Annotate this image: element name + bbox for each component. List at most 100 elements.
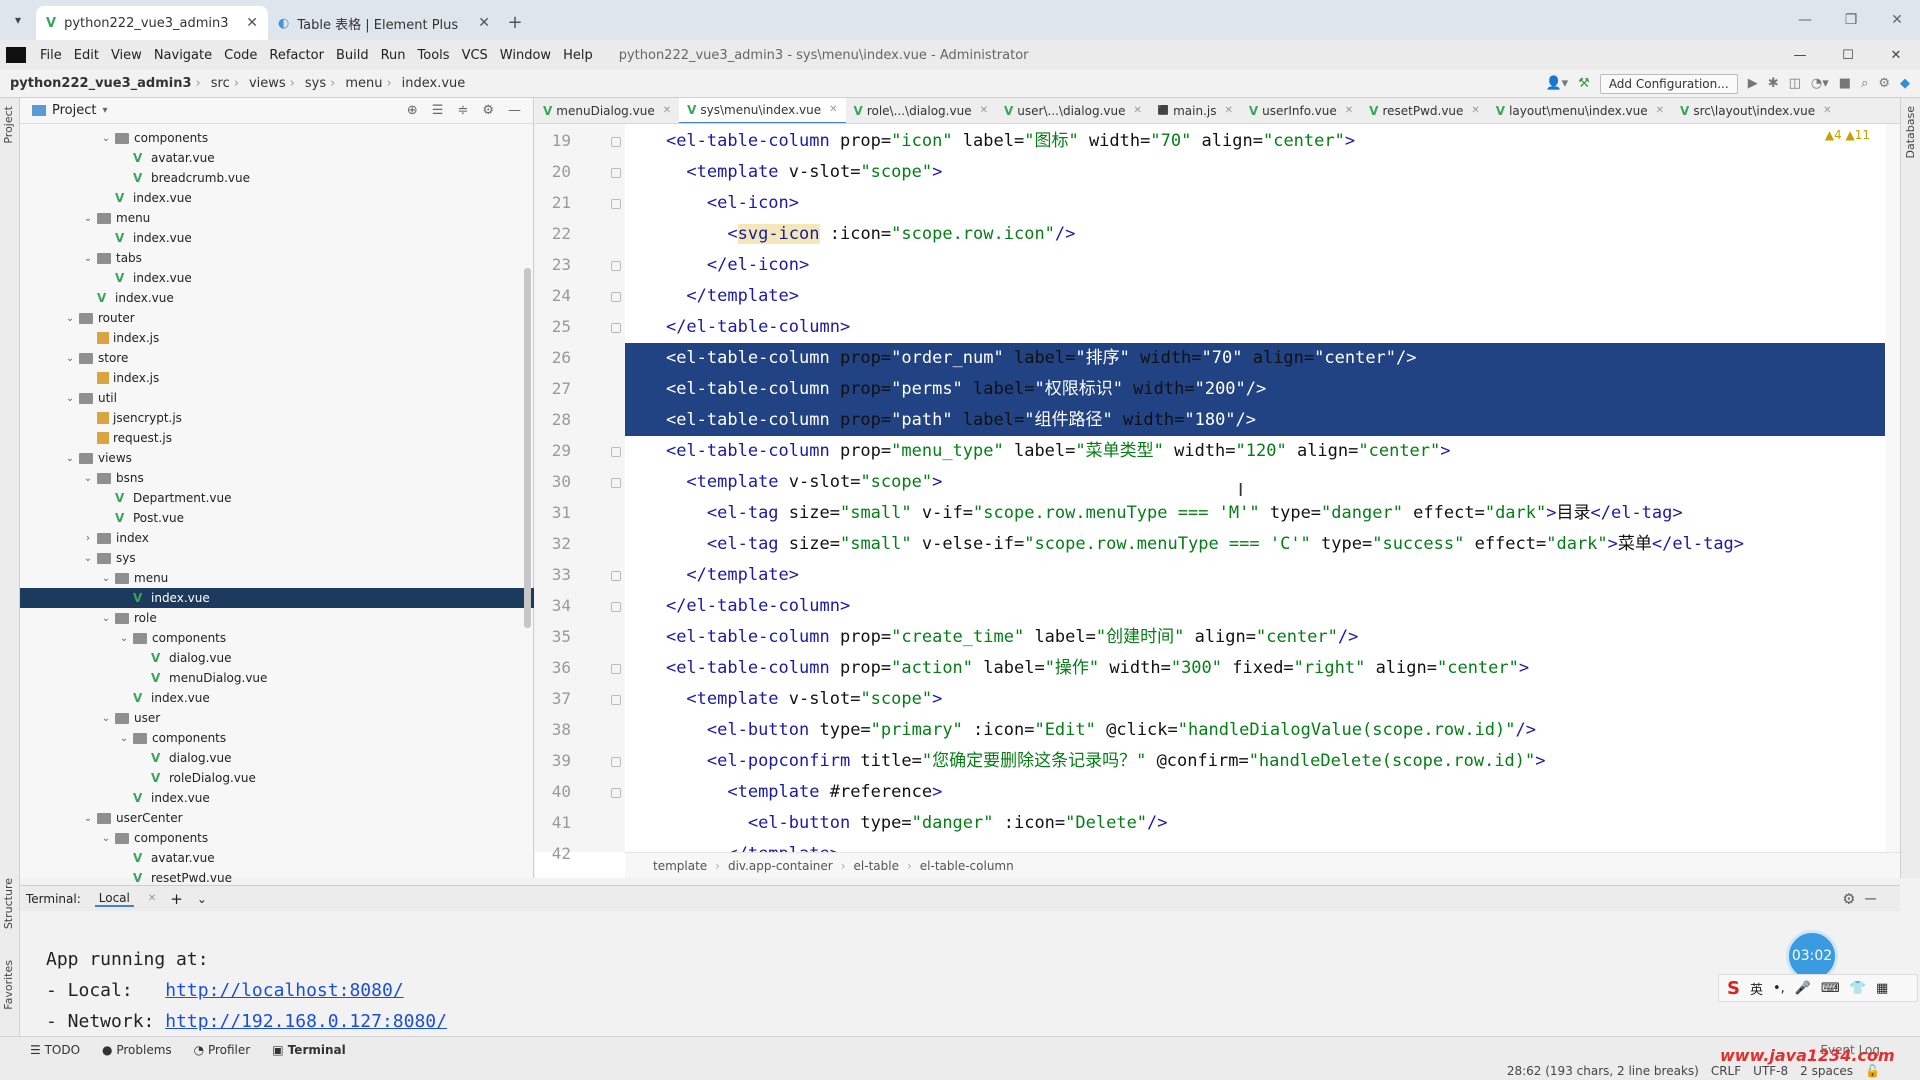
collapse-all-icon[interactable]: ≑ xyxy=(457,103,468,118)
chevron-down-icon[interactable]: ⌄ xyxy=(100,833,112,844)
menu-navigate[interactable]: Navigate xyxy=(148,48,218,63)
fold-marker-icon[interactable] xyxy=(611,292,621,302)
tree-file[interactable]: VroleDialog.vue xyxy=(20,768,534,788)
close-icon[interactable]: ✕ xyxy=(1345,105,1353,116)
fold-marker-icon[interactable] xyxy=(611,323,621,333)
editor-tab[interactable]: Vuser\...\dialog.vue ✕ xyxy=(996,98,1150,123)
close-icon[interactable]: ✕ xyxy=(246,15,258,31)
caret-position[interactable]: 28:62 (193 chars, 2 line breaks) xyxy=(1507,1064,1699,1078)
tree-file[interactable]: Vdialog.vue xyxy=(20,648,534,668)
code-line[interactable]: <el-button type="primary" :icon="Edit" @… xyxy=(625,715,1885,746)
tree-folder[interactable]: ⌄ user xyxy=(20,708,534,728)
close-icon[interactable]: ✕ xyxy=(663,105,671,116)
code-line[interactable]: <el-icon> xyxy=(625,188,1885,219)
tree-file[interactable]: Vdialog.vue xyxy=(20,748,534,768)
tree-folder[interactable]: ⌄ util xyxy=(20,388,534,408)
close-icon[interactable]: ✕ xyxy=(1224,105,1232,116)
microphone-icon[interactable]: 🎤 xyxy=(1795,981,1811,996)
todo-tab[interactable]: ☰ TODO xyxy=(30,1043,80,1057)
code-line[interactable]: <el-table-column prop="order_num" label=… xyxy=(625,343,1885,374)
code-line[interactable]: <el-table-column prop="action" label="操作… xyxy=(625,653,1885,684)
project-panel-title[interactable]: Project xyxy=(52,103,96,118)
editor-scrollbar[interactable] xyxy=(1886,124,1900,852)
chevron-down-icon[interactable]: ⌄ xyxy=(82,253,94,264)
hide-icon[interactable]: — xyxy=(508,103,521,118)
structure-tool-tab[interactable]: Structure xyxy=(2,878,15,929)
tree-folder[interactable]: › index xyxy=(20,528,534,548)
editor-tab[interactable]: Vrole\...\dialog.vue ✕ xyxy=(846,98,996,123)
tree-file[interactable]: V Department.vue xyxy=(20,488,534,508)
code-line[interactable]: <el-button type="danger" :icon="Delete"/… xyxy=(625,808,1885,839)
tree-file[interactable]: Vindex.vue xyxy=(20,288,534,308)
chevron-down-icon[interactable]: ⌄ xyxy=(64,313,76,324)
tree-folder[interactable]: ⌄ router xyxy=(20,308,534,328)
editor-tab[interactable]: Vlayout\menu\index.vue ✕ xyxy=(1488,98,1672,123)
menu-refactor[interactable]: Refactor xyxy=(263,48,330,63)
close-icon[interactable]: ✕ xyxy=(1133,105,1141,116)
menu-tools[interactable]: Tools xyxy=(412,48,456,63)
code-line[interactable]: </template> xyxy=(625,839,1885,852)
code-line[interactable]: <el-tag size="small" v-else-if="scope.ro… xyxy=(625,529,1885,560)
tree-folder[interactable]: ⌄ components xyxy=(20,128,534,148)
tree-folder[interactable]: ⌄ userCenter xyxy=(20,808,534,828)
shirt-icon[interactable]: 👕 xyxy=(1850,981,1866,996)
crumb-project[interactable]: python222_vue3_admin3 xyxy=(0,76,196,91)
tree-file[interactable]: Vavatar.vue xyxy=(20,848,534,868)
plugin-icon[interactable]: ◆ xyxy=(1900,76,1910,91)
code-line[interactable]: <template v-slot="scope"> xyxy=(625,157,1885,188)
locate-icon[interactable]: ⊕ xyxy=(407,103,418,118)
code-line[interactable]: <el-table-column prop="menu_type" label=… xyxy=(625,436,1885,467)
chevron-down-icon[interactable]: ⌄ xyxy=(100,713,112,724)
breadcrumb-item[interactable]: el-table-column xyxy=(920,859,1014,873)
new-tab-button[interactable]: + xyxy=(500,6,530,40)
tree-file[interactable]: index.js xyxy=(20,368,534,388)
menu-vcs[interactable]: VCS xyxy=(456,48,494,63)
chevron-down-icon[interactable]: ⌄ xyxy=(118,733,130,744)
close-icon[interactable]: ✕ xyxy=(1471,105,1479,116)
favorites-tool-tab[interactable]: Favorites xyxy=(2,960,15,1010)
grid-icon[interactable]: ▦ xyxy=(1876,981,1888,996)
editor-tab[interactable]: Vsrc\layout\index.vue ✕ xyxy=(1672,98,1839,123)
keyboard-icon[interactable]: ⌨ xyxy=(1821,981,1840,996)
editor-tab[interactable]: VresetPwd.vue ✕ xyxy=(1361,98,1488,123)
file-encoding[interactable]: UTF-8 xyxy=(1753,1064,1788,1078)
tree-folder[interactable]: ⌄ components xyxy=(20,828,534,848)
code-line[interactable]: <el-table-column prop="perms" label="权限标… xyxy=(625,374,1885,405)
crumb-menu[interactable]: menu xyxy=(335,76,386,91)
chevron-down-icon[interactable]: ⌄ xyxy=(82,813,94,824)
chevron-down-icon[interactable]: ⌄ xyxy=(100,133,112,144)
breadcrumb-item[interactable]: template xyxy=(653,859,707,873)
close-icon[interactable]: ✕ xyxy=(1823,105,1831,116)
fold-marker-icon[interactable] xyxy=(611,602,621,612)
ime-mode[interactable]: 英 xyxy=(1750,979,1763,998)
chevron-down-icon[interactable]: ⌄ xyxy=(100,613,112,624)
code-line[interactable]: <template v-slot="scope"> xyxy=(625,684,1885,715)
gear-icon[interactable]: ⚙ — xyxy=(1843,888,1876,909)
chevron-down-icon[interactable]: ⌄ xyxy=(64,453,76,464)
inspection-warnings-badge[interactable]: ▲4 ▲11 xyxy=(1825,128,1870,142)
chevron-down-icon[interactable]: ⌄ xyxy=(64,393,76,404)
line-separator[interactable]: CRLF xyxy=(1711,1064,1741,1078)
code-line[interactable]: <el-table-column prop="create_time" labe… xyxy=(625,622,1885,653)
menu-run[interactable]: Run xyxy=(375,48,412,63)
code-line[interactable]: <el-table-column prop="path" label="组件路径… xyxy=(625,405,1885,436)
fold-marker-icon[interactable] xyxy=(611,757,621,767)
close-window-icon[interactable]: ✕ xyxy=(1874,12,1920,28)
code-line[interactable]: </el-table-column> xyxy=(625,312,1885,343)
crumb-sys[interactable]: sys xyxy=(295,76,330,91)
tree-folder[interactable]: ⌄ tabs xyxy=(20,248,534,268)
browser-tab-inactive[interactable]: ◐ Table 表格 | Element Plus ✕ xyxy=(268,6,500,40)
tree-file[interactable]: Vindex.vue xyxy=(20,228,534,248)
menu-file[interactable]: File xyxy=(34,48,68,63)
fold-marker-icon[interactable] xyxy=(611,261,621,271)
terminal-tab-local[interactable]: Local xyxy=(94,891,134,907)
tree-file[interactable]: Vavatar.vue xyxy=(20,148,534,168)
run-icon[interactable]: ▶ xyxy=(1748,76,1758,91)
code-line[interactable]: <el-table-column prop="icon" label="图标" … xyxy=(625,126,1885,157)
gear-icon[interactable]: ⚙ xyxy=(1878,76,1890,91)
close-icon[interactable]: ✕ xyxy=(148,893,156,904)
chevron-down-icon[interactable]: ⌄ xyxy=(100,573,112,584)
code-line[interactable]: </template> xyxy=(625,281,1885,312)
crumb-file[interactable]: index.vue xyxy=(392,76,470,91)
code-line[interactable]: </el-icon> xyxy=(625,250,1885,281)
